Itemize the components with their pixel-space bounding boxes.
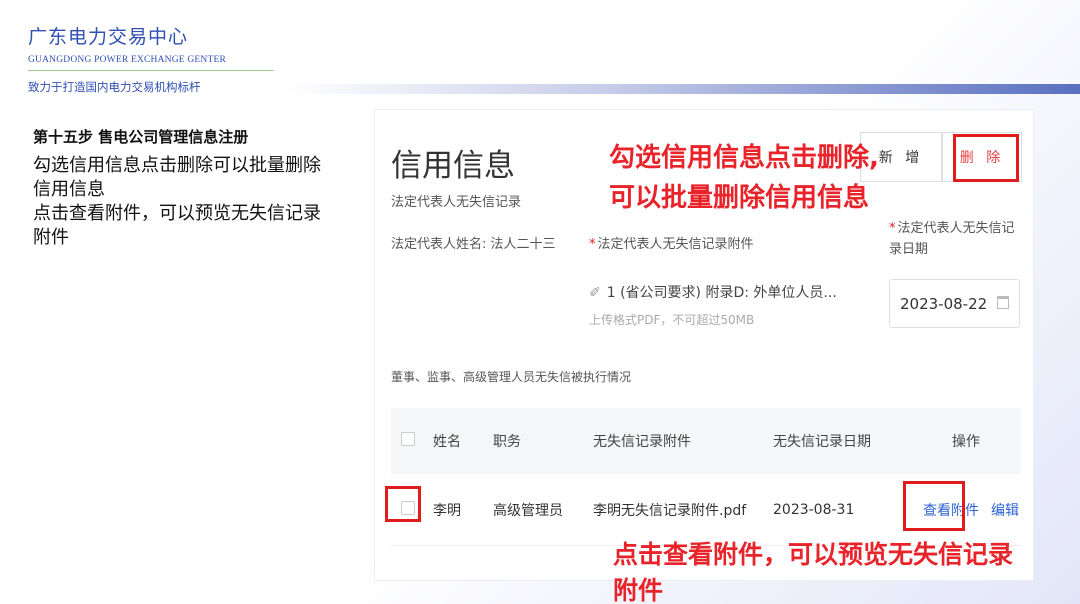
date-picker-input[interactable]: 2023-08-22 [889,279,1020,328]
upload-hint: 上传格式PDF，不可超过50MB [589,313,755,327]
annotation-line: 勾选信用信息点击删除, [609,143,879,173]
step-title: 第十五步 售电公司管理信息注册 [33,128,249,146]
calendar-icon[interactable] [997,296,1009,309]
column-header: 姓名 [433,434,461,450]
credit-info-panel: 信用信息 法定代表人无失信记录 法定代表人姓名: 法人二十三 * 法定代表人无失信… [374,109,1034,604]
paperclip-icon: ✐ [589,285,601,301]
step-description: 勾选信用信息点击删除可以批量删除 信用信息 点击查看附件，可以预览无失信记录 附… [33,154,373,250]
table-header: 姓名 职务 无失信记录附件 无失信记录日期 操作 [391,408,1021,474]
row-date: 2023-08-31 [773,501,855,518]
attached-file-name: 1 (省公司要求) 附录D: 外单位人员... [606,285,837,301]
annotation-delete: 勾选信用信息点击删除, 可以批量删除信用信息 [609,138,879,218]
delete-button[interactable]: 删 除 [942,132,1022,182]
row-operations: 查看附件 编辑 [911,500,1021,520]
date-label: * 法定代表人无失信记录日期 [889,218,1019,260]
attached-file[interactable]: ✐ 1 (省公司要求) 附录D: 外单位人员... [589,282,837,302]
step-desc-line: 附件 [33,227,69,248]
panel-subtitle: 法定代表人无失信记录 [391,195,522,210]
column-header: 无失信记录附件 [593,434,691,450]
panel-title: 信用信息 [391,148,515,184]
row-file: 李明无失信记录附件.pdf [593,502,747,519]
attachment-label: * 法定代表人无失信记录附件 [589,233,754,252]
edit-link[interactable]: 编辑 [991,500,1019,520]
date-label-text: 法定代表人无失信记录日期 [889,221,1015,257]
header-checkbox-cell [391,432,433,450]
date-value: 2023-08-22 [900,294,988,313]
org-name-en: GUANGDONG POWER EXCHANGE GENTER [28,55,227,65]
header-gradient-band [286,84,1080,94]
select-all-checkbox[interactable] [401,432,415,446]
step-desc-line: 信用信息 [33,179,105,200]
annotation-line: 可以批量删除信用信息 [609,183,870,213]
section-label: 董事、监事、高级管理人员无失信被执行情况 [391,370,632,384]
brand: 广东电力交易中心 GUANGDONG POWER EXCHANGE GENTER [28,22,226,65]
view-attachment-link[interactable]: 查看附件 [923,500,979,520]
org-name-cn: 广东电力交易中心 [28,26,189,48]
legal-representative-name: 法定代表人姓名: 法人二十三 [391,237,556,252]
directors-table: 姓名 职务 无失信记录附件 无失信记录日期 操作 李明 高级管理员 李明无失信记… [391,408,1021,546]
required-mark: * [889,221,896,236]
required-mark: * [589,237,596,252]
column-header: 无失信记录日期 [773,434,871,450]
row-checkbox-cell [391,500,433,519]
column-header: 职务 [493,434,521,450]
row-checkbox[interactable] [401,500,415,515]
column-header: 操作 [952,434,980,450]
brand-divider [28,70,274,71]
step-desc-line: 点击查看附件，可以预览无失信记录 [33,203,321,224]
slogan: 致力于打造国内电力交易机构标杆 [28,80,201,94]
row-name: 李明 [433,502,461,519]
annotation-view-attachment: 点击查看附件，可以预览无失信记录附件 [613,540,1014,604]
step-desc-line: 勾选信用信息点击删除可以批量删除 [33,155,321,176]
row-job: 高级管理员 [493,502,563,519]
attachment-label-text: 法定代表人无失信记录附件 [597,237,754,252]
